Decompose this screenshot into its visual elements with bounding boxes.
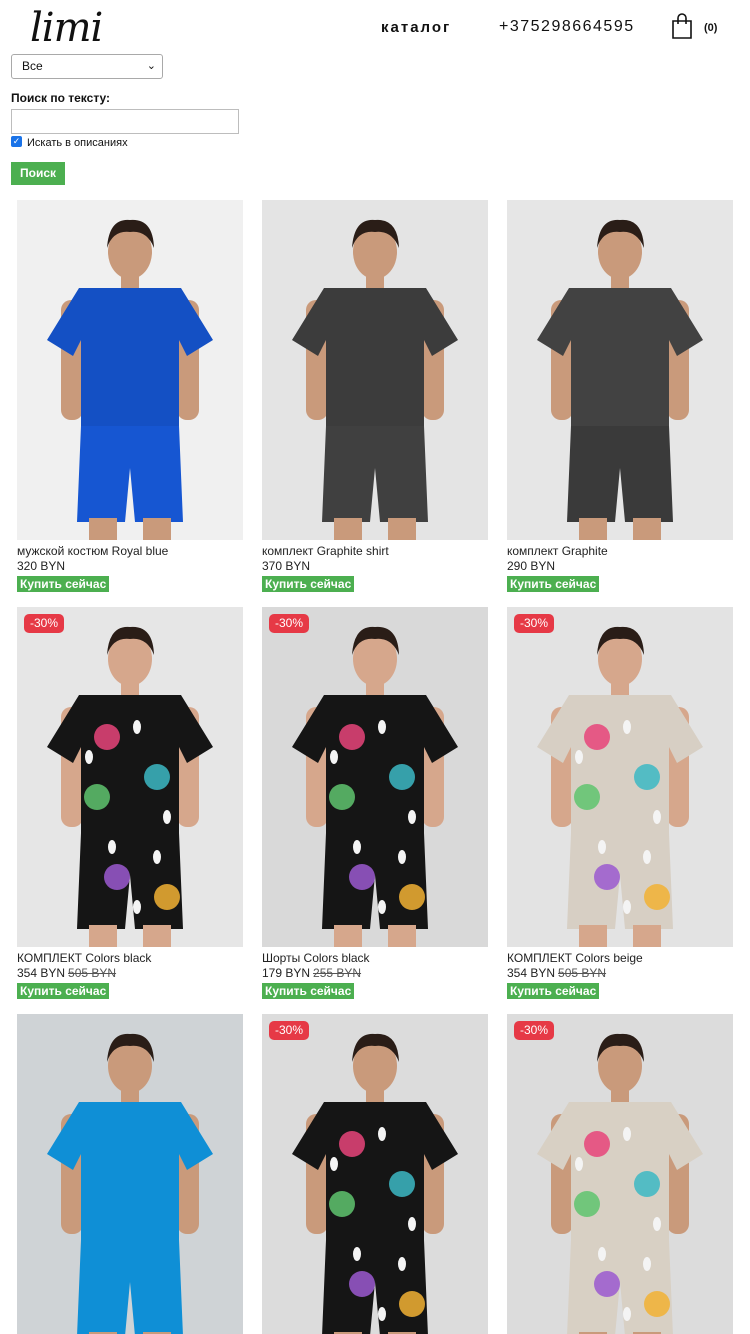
product-photo-figure xyxy=(17,200,243,540)
product-photo-figure xyxy=(262,200,488,540)
product-price-row: 320 BYN xyxy=(17,559,65,573)
product-name[interactable]: комплект Graphite xyxy=(507,544,608,558)
product-old-price: 505 BYN xyxy=(68,966,117,980)
discount-badge: -30% xyxy=(514,1021,555,1040)
product-photo[interactable] xyxy=(17,1014,243,1334)
discount-badge: -30% xyxy=(269,1021,310,1040)
cart-button[interactable]: (0) xyxy=(670,12,720,42)
product-photo[interactable]: -30% xyxy=(17,607,243,947)
search-input[interactable] xyxy=(11,109,239,134)
product-photo-figure xyxy=(17,1014,243,1334)
product-photo[interactable] xyxy=(17,200,243,540)
product-price: 179 BYN xyxy=(262,966,311,980)
discount-badge: -30% xyxy=(514,614,555,633)
product-old-price: 505 BYN xyxy=(558,966,607,980)
product-price: 290 BYN xyxy=(507,559,556,573)
shopping-bag-icon xyxy=(672,13,692,39)
product-price: 320 BYN xyxy=(17,559,66,573)
search-descriptions-checkbox[interactable]: ✓ xyxy=(11,136,22,147)
product-photo[interactable] xyxy=(507,200,733,540)
cart-count: (0) xyxy=(704,22,718,34)
discount-badge: -30% xyxy=(24,614,65,633)
search-label: Поиск по тексту: xyxy=(11,91,111,105)
product-photo-figure xyxy=(262,1014,488,1334)
product-photo-figure xyxy=(507,1014,733,1334)
product-price-row: 354 BYN 505 BYN xyxy=(507,966,606,980)
nav-catalog-link[interactable]: каталог xyxy=(381,19,451,36)
product-name[interactable]: мужской костюм Royal blue xyxy=(17,544,168,558)
search-descriptions-label: Искать в описаниях xyxy=(27,137,128,149)
product-photo-figure xyxy=(17,607,243,947)
product-photo[interactable]: -30% xyxy=(262,1014,488,1334)
product-price: 354 BYN xyxy=(17,966,66,980)
product-photo[interactable]: -30% xyxy=(262,607,488,947)
product-price-row: 179 BYN 255 BYN xyxy=(262,966,361,980)
product-price: 370 BYN xyxy=(262,559,311,573)
product-photo-figure xyxy=(262,607,488,947)
chevron-down-icon: ⌄ xyxy=(146,60,156,72)
buy-now-button[interactable]: Купить сейчас xyxy=(17,983,110,999)
product-name[interactable]: Шорты Colors black xyxy=(262,951,370,965)
product-photo[interactable] xyxy=(262,200,488,540)
buy-now-button[interactable]: Купить сейчас xyxy=(17,576,110,592)
product-name[interactable]: КОМПЛЕКТ Colors beige xyxy=(507,951,643,965)
product-photo-figure xyxy=(507,607,733,947)
site-logo[interactable]: limi xyxy=(30,4,103,52)
product-price-row: 354 BYN 505 BYN xyxy=(17,966,116,980)
discount-badge: -30% xyxy=(269,614,310,633)
search-button[interactable]: Поиск xyxy=(11,162,65,185)
category-select-value: Все xyxy=(22,59,43,73)
buy-now-button[interactable]: Купить сейчас xyxy=(262,576,355,592)
product-old-price: 255 BYN xyxy=(313,966,362,980)
product-photo-figure xyxy=(507,200,733,540)
category-select[interactable]: Все ⌄ xyxy=(11,54,163,79)
buy-now-button[interactable]: Купить сейчас xyxy=(507,576,600,592)
product-price: 354 BYN xyxy=(507,966,556,980)
product-price-row: 370 BYN xyxy=(262,559,310,573)
product-name[interactable]: КОМПЛЕКТ Colors black xyxy=(17,951,151,965)
buy-now-button[interactable]: Купить сейчас xyxy=(262,983,355,999)
product-photo[interactable]: -30% xyxy=(507,1014,733,1334)
product-photo[interactable]: -30% xyxy=(507,607,733,947)
phone-link[interactable]: +375298664595 xyxy=(499,18,635,36)
buy-now-button[interactable]: Купить сейчас xyxy=(507,983,600,999)
site-header: limi каталог +375298664595 (0) xyxy=(0,0,750,56)
product-price-row: 290 BYN xyxy=(507,559,555,573)
product-name[interactable]: комплект Graphite shirt xyxy=(262,544,389,558)
